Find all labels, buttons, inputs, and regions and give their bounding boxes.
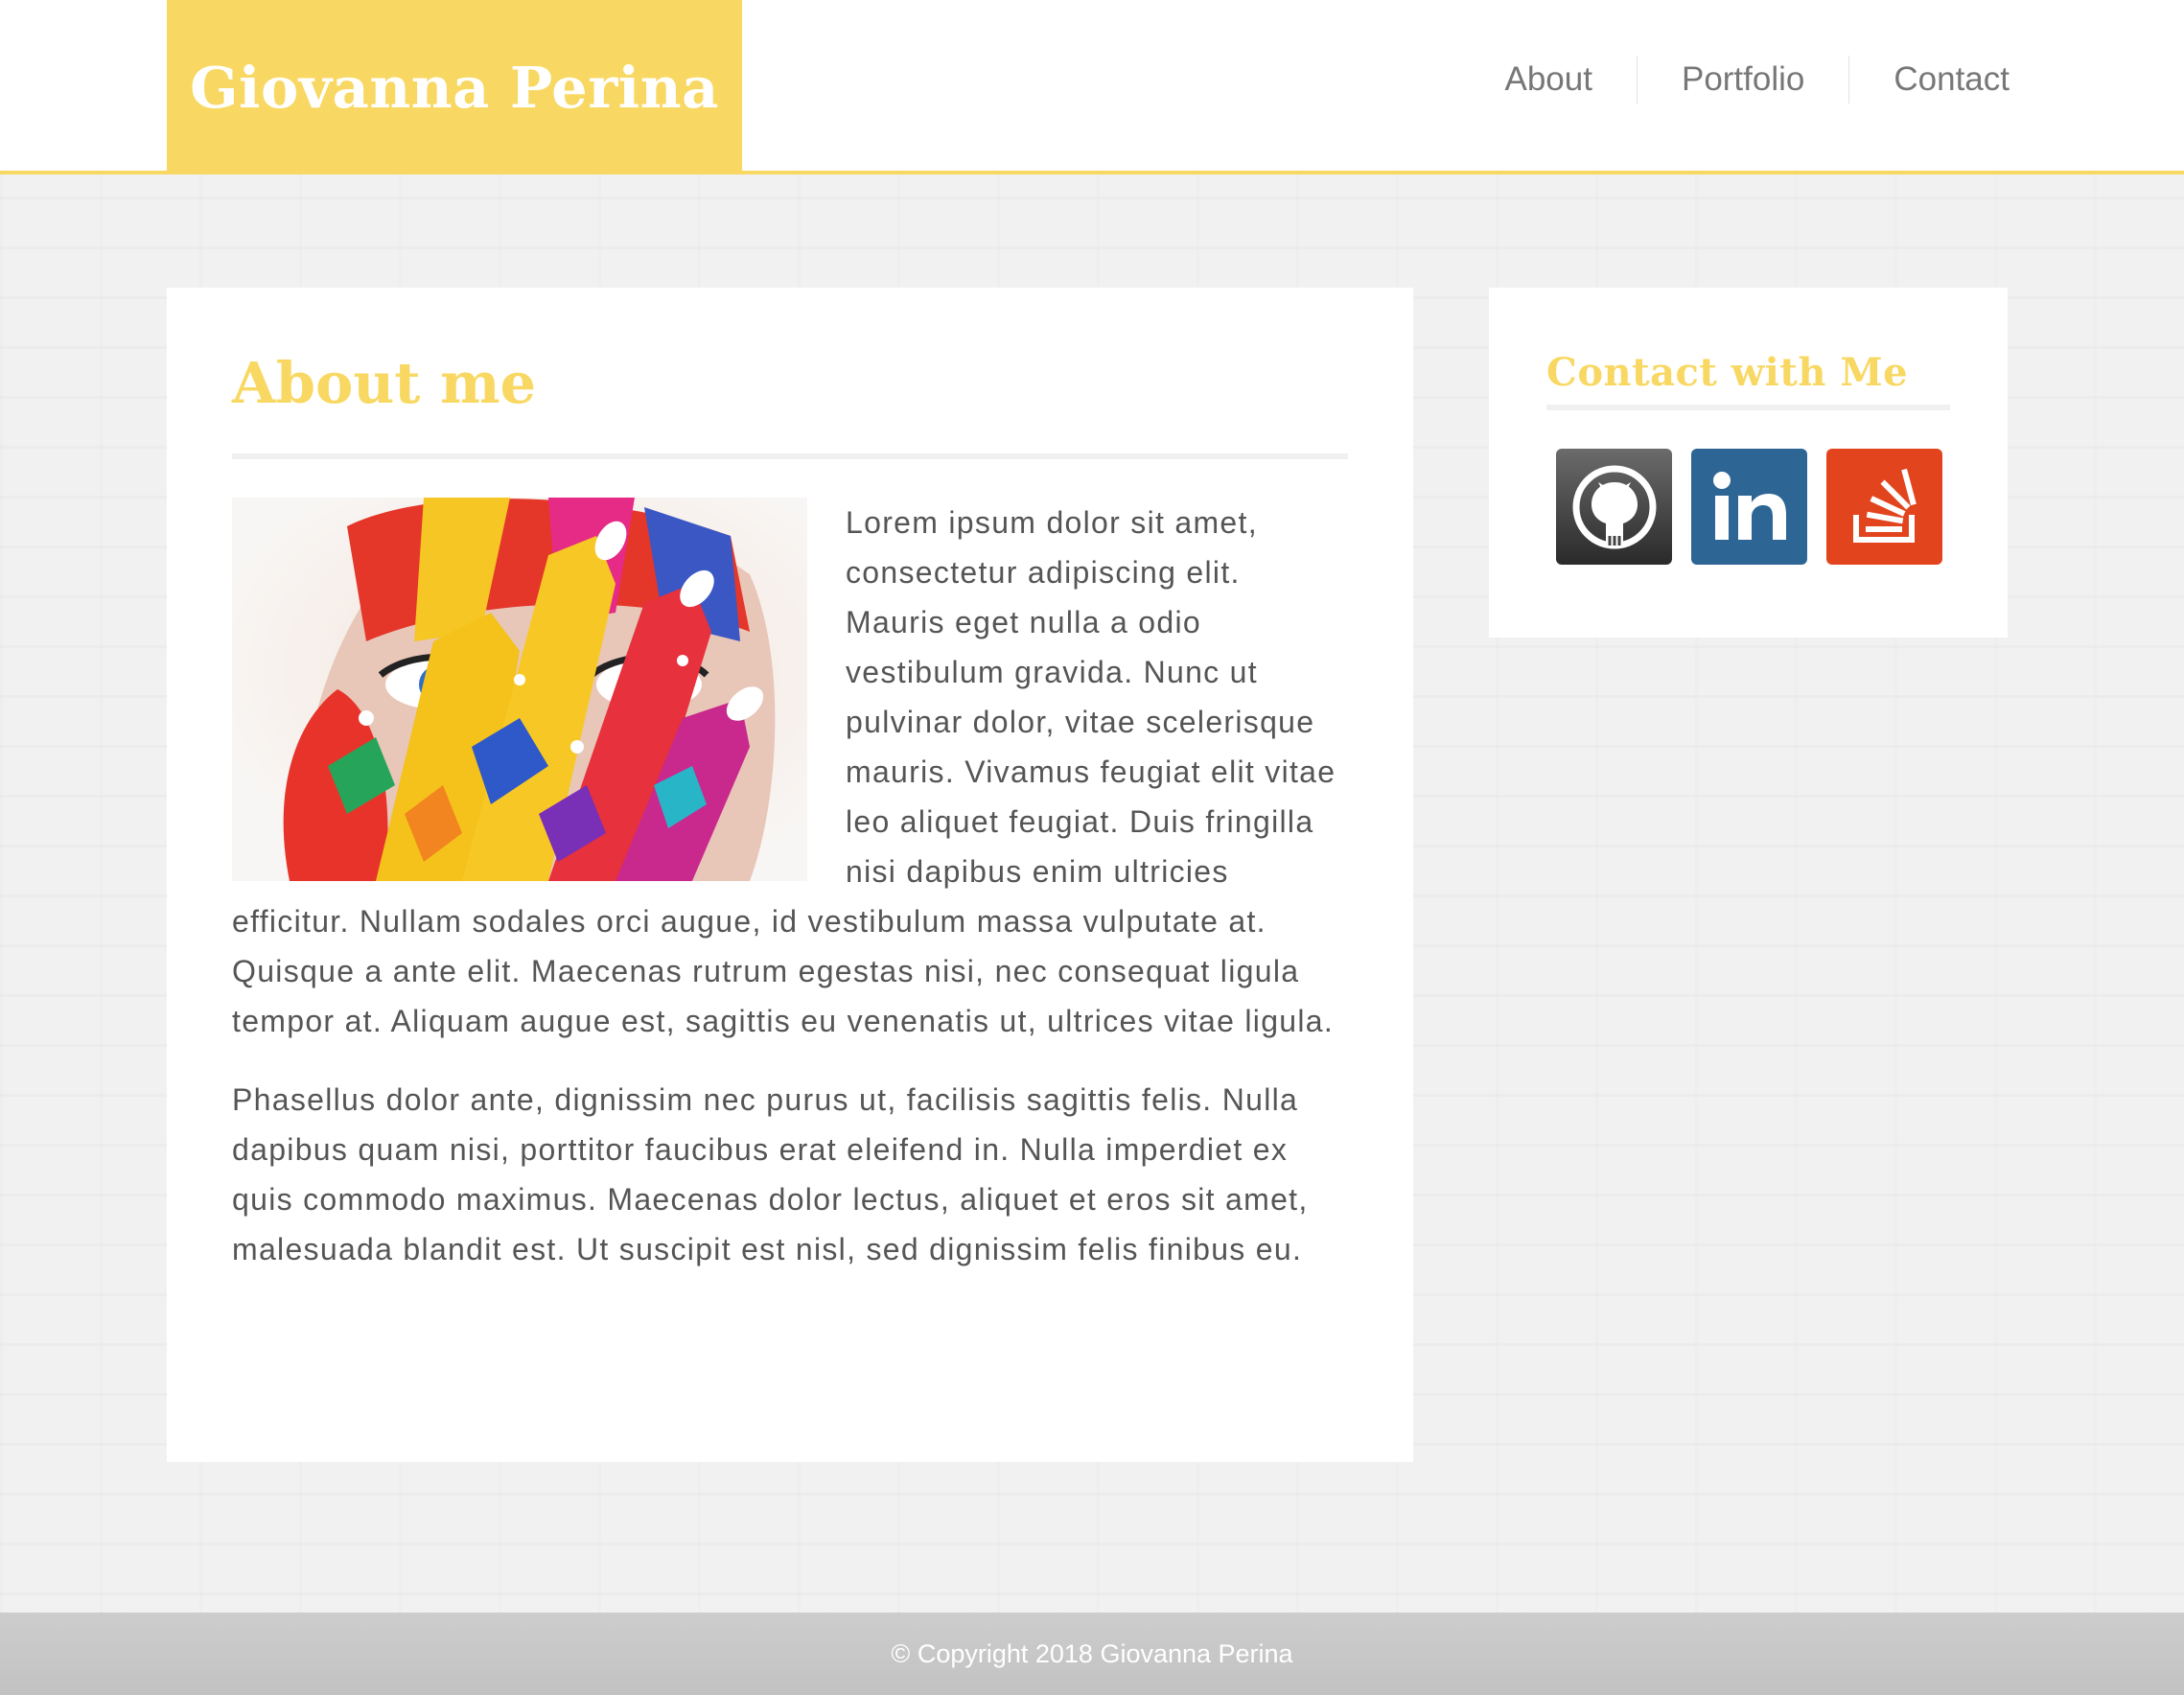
stackoverflow-link[interactable] (1826, 449, 1942, 565)
about-text: Lorem ipsum dolor sit amet, consectetur … (232, 498, 1348, 1274)
about-card: About me Lorem ipsum dolor sit amet, con… (167, 288, 1413, 1462)
nav-portfolio-link[interactable]: Portfolio (1636, 56, 1848, 104)
github-link[interactable] (1556, 449, 1672, 565)
site-footer: © Copyright 2018 Giovanna Perina (0, 1613, 2184, 1695)
linkedin-link[interactable] (1691, 449, 1807, 565)
about-photo (232, 498, 807, 881)
site-header: Giovanna Perina About Portfolio Contact (0, 0, 2184, 174)
social-links (1546, 449, 1950, 565)
copyright-text: © Copyright 2018 Giovanna Perina (891, 1638, 1293, 1668)
github-icon (1572, 465, 1656, 548)
linkedin-icon (1712, 471, 1786, 540)
about-title: About me (232, 350, 537, 416)
about-paragraph-2: Phasellus dolor ante, dignissim nec puru… (232, 1082, 1309, 1266)
nav-contact-link[interactable]: Contact (1848, 56, 2010, 104)
main-nav: About Portfolio Contact (1461, 56, 2010, 104)
contact-divider (1546, 405, 1950, 410)
site-logo[interactable]: Giovanna Perina (167, 0, 742, 174)
contact-card: Contact with Me (1489, 288, 2008, 638)
contact-title: Contact with Me (1546, 350, 1909, 395)
nav-about-link[interactable]: About (1461, 56, 1637, 104)
stackoverflow-icon (1852, 468, 1917, 543)
title-divider (232, 453, 1348, 459)
brand-name[interactable]: Giovanna Perina (190, 55, 719, 121)
